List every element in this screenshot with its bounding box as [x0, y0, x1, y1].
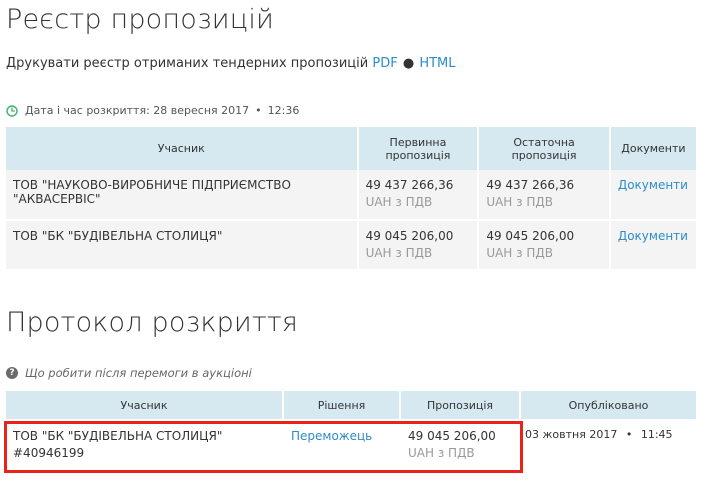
question-circle-icon: ? [6, 367, 18, 379]
participant-cell: ТОВ "БК "БУДІВЕЛЬНА СТОЛИЦЯ" #40946199 [6, 419, 284, 473]
documents-cell: Документи [610, 170, 696, 220]
initial-offer-cell: 49 045 206,00 UAH з ПДВ [357, 220, 480, 269]
col-published: Опубліковано [520, 391, 696, 419]
table-row: ТОВ "БК "БУДІВЕЛЬНА СТОЛИЦЯ" #40946199 П… [6, 419, 696, 473]
col-participant: Учасник [6, 391, 284, 419]
published-separator: • [625, 428, 633, 441]
registry-table: Учасник Первинна пропозиція Остаточна пр… [6, 127, 696, 269]
offer-amount: 49 045 206,00 [408, 429, 496, 443]
final-currency: UAH з ПДВ [486, 195, 553, 209]
initial-currency: UAH з ПДВ [365, 246, 433, 260]
registry-header-row: Учасник Первинна пропозиція Остаточна пр… [6, 127, 696, 170]
decision-cell: Переможець [283, 419, 401, 473]
initial-offer-cell: 49 437 266,36 UAH з ПДВ [357, 170, 480, 220]
participant-code: #40946199 [13, 446, 85, 460]
protocol-table: Учасник Рішення Пропозиція Опубліковано … [6, 391, 696, 473]
documents-cell: Документи [610, 220, 696, 269]
opening-time: 12:36 [267, 104, 300, 117]
participant-name: ТОВ "БК "БУДІВЕЛЬНА СТОЛИЦЯ" [13, 429, 223, 443]
html-link[interactable]: HTML [419, 56, 455, 71]
registry-title: Реєстр пропозицій [6, 4, 275, 35]
col-decision: Рішення [283, 391, 401, 419]
initial-amount: 49 437 266,36 [365, 178, 454, 192]
clock-icon [6, 104, 18, 117]
opening-date-line: Дата і час розкриття: 28 вересня 2017 • … [6, 104, 299, 117]
offer-cell: 49 045 206,00 UAH з ПДВ [400, 419, 521, 473]
published-cell: 03 жовтня 2017 • 11:45 [520, 419, 696, 473]
winner-link[interactable]: Переможець [291, 429, 372, 443]
col-participant: Учасник [6, 127, 359, 170]
col-final-offer: Остаточна пропозиція [478, 127, 611, 170]
published-date: 03 жовтня 2017 [525, 428, 618, 441]
final-offer-cell: 49 437 266,36 UAH з ПДВ [478, 170, 611, 220]
col-documents: Документи [609, 127, 696, 170]
col-offer: Пропозиція [400, 391, 521, 419]
pdf-link[interactable]: PDF [372, 56, 397, 71]
participant-name: ТОВ "НАУКОВО-ВИРОБНИЧЕ ПІДПРИЄМСТВО "АКВ… [6, 170, 359, 220]
table-row: ТОВ "НАУКОВО-ВИРОБНИЧЕ ПІДПРИЄМСТВО "АКВ… [6, 170, 696, 220]
initial-amount: 49 045 206,00 [365, 229, 454, 243]
table-row: ТОВ "БК "БУДІВЕЛЬНА СТОЛИЦЯ" 49 045 206,… [6, 220, 696, 269]
final-currency: UAH з ПДВ [486, 246, 553, 260]
after-auction-help-link[interactable]: ? Що робити після перемоги в аукціоні [6, 366, 252, 380]
published-time: 11:45 [640, 428, 673, 441]
final-amount: 49 045 206,00 [486, 229, 575, 243]
protocol-header-row: Учасник Рішення Пропозиція Опубліковано [6, 391, 696, 419]
offer-currency: UAH з ПДВ [408, 446, 475, 460]
initial-currency: UAH з ПДВ [365, 195, 433, 209]
date-time-separator: • [255, 104, 262, 117]
protocol-title: Протокол розкриття [6, 307, 299, 338]
final-offer-cell: 49 045 206,00 UAH з ПДВ [478, 220, 611, 269]
col-initial-offer: Первинна пропозиція [357, 127, 480, 170]
print-registry-text: Друкувати реєстр отриманих тендерних про… [6, 56, 369, 71]
documents-link[interactable]: Документи [618, 229, 688, 243]
participant-name: ТОВ "БК "БУДІВЕЛЬНА СТОЛИЦЯ" [6, 220, 359, 269]
documents-link[interactable]: Документи [618, 178, 688, 192]
help-text[interactable]: Що робити після перемоги в аукціоні [25, 366, 252, 380]
final-amount: 49 437 266,36 [486, 178, 575, 192]
print-registry-line: Друкувати реєстр отриманих тендерних про… [6, 56, 456, 71]
bullet-separator: ● [402, 56, 415, 71]
opening-date-label: Дата і час розкриття: 28 вересня 2017 [25, 104, 250, 117]
